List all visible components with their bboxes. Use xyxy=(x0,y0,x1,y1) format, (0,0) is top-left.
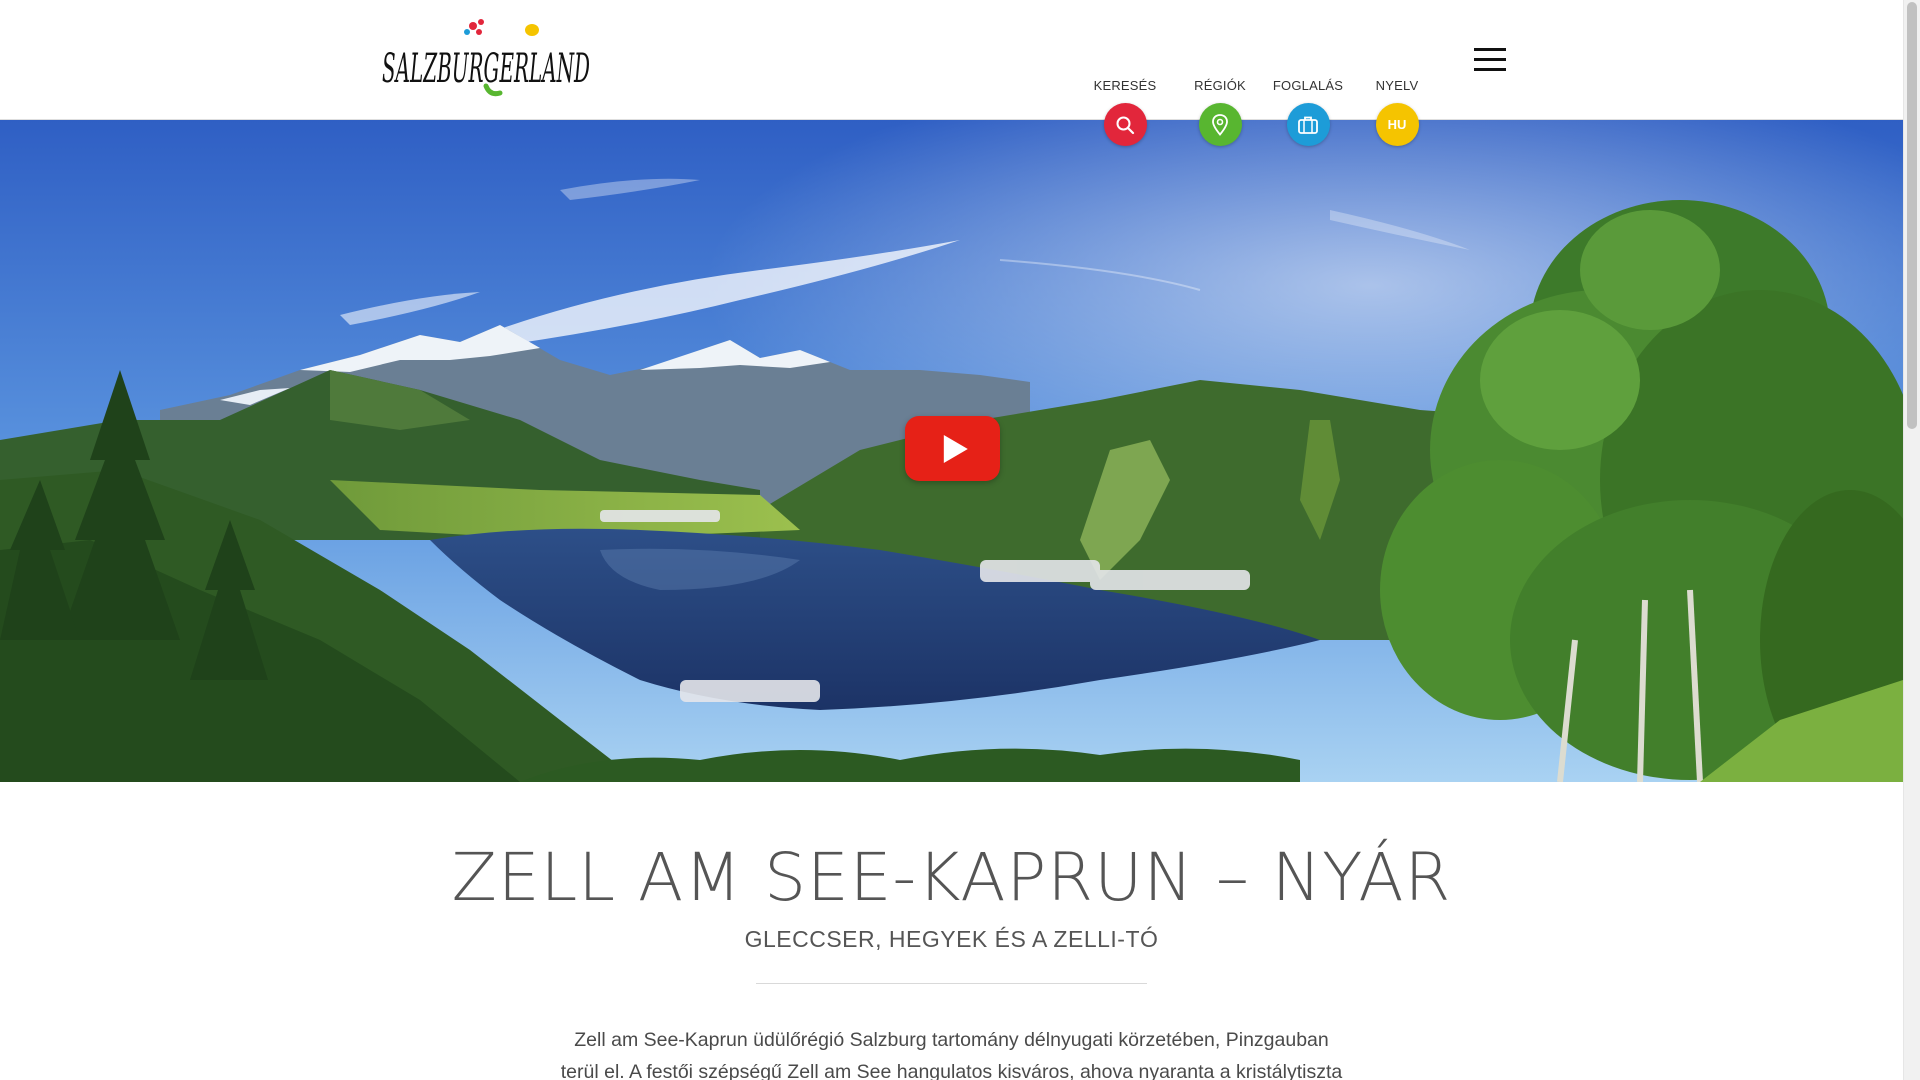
hamburger-menu-icon[interactable] xyxy=(1474,48,1506,72)
suitcase-icon[interactable] xyxy=(1286,103,1330,146)
svg-text:SALZBURGERLAND: SALZBURGERLAND xyxy=(382,46,590,92)
language-code: HU xyxy=(1387,117,1407,132)
scrollbar-thumb[interactable] xyxy=(1907,2,1917,429)
nav-booking-label: FOGLALÁS xyxy=(1272,78,1344,93)
play-video-button[interactable] xyxy=(905,416,1000,481)
nav-booking[interactable]: FOGLALÁS xyxy=(1263,78,1353,146)
nav-language[interactable]: NYELV HU xyxy=(1352,78,1442,146)
hero-video[interactable] xyxy=(0,120,1903,782)
intro-paragraph: Zell am See-Kaprun üdülőrégió Salzburg t… xyxy=(540,1024,1363,1080)
primary-nav: KERESÉS RÉGIÓK FOGLALÁS NYELV HU xyxy=(1080,0,1440,150)
page-title: ZELL AM SEE-KAPRUN – NYÁR xyxy=(451,839,1452,916)
intro-line-1: Zell am See-Kaprun üdülőrégió Salzburg t… xyxy=(574,1029,1329,1051)
nav-regions-label: RÉGIÓK xyxy=(1194,78,1246,93)
page-scrollbar[interactable] xyxy=(1903,0,1920,1080)
nav-search-label: KERESÉS xyxy=(1093,78,1157,93)
nav-regions[interactable]: RÉGIÓK xyxy=(1175,78,1265,146)
nav-language-label: NYELV xyxy=(1375,78,1419,93)
language-icon[interactable]: HU xyxy=(1375,103,1419,146)
search-icon[interactable] xyxy=(1103,103,1147,146)
intro-line-2: terül el. A festői szépségű Zell am See … xyxy=(560,1061,1343,1080)
page-subtitle: GLECCSER, HEGYEK ÉS A ZELLI-TÓ xyxy=(744,926,1159,952)
page: SALZBURGERLAND KERESÉS RÉGIÓK FOGLALÁS N… xyxy=(0,0,1920,1080)
salzburgerland-logo[interactable]: SALZBURGERLAND xyxy=(378,16,598,104)
main-content: ZELL AM SEE-KAPRUN – NYÁR GLECCSER, HEGY… xyxy=(0,782,1903,1080)
map-pin-icon[interactable] xyxy=(1198,103,1242,146)
play-icon xyxy=(943,434,968,463)
nav-search[interactable]: KERESÉS xyxy=(1080,78,1170,146)
site-header: SALZBURGERLAND KERESÉS RÉGIÓK FOGLALÁS N… xyxy=(0,0,1903,146)
title-divider xyxy=(756,983,1147,984)
